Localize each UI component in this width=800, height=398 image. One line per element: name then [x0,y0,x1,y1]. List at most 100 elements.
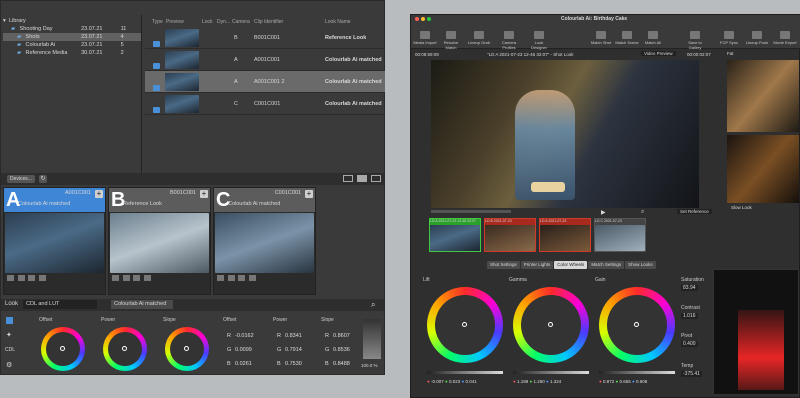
offset-value[interactable]: 0.0099 [235,347,252,353]
contrast-value[interactable]: 1.016 [681,313,698,319]
table-row[interactable]: A A001C001 2 Colourlab Ai matched [145,71,385,93]
strip-item[interactable]: LD A 2021-07-23 [539,218,591,252]
gain-r[interactable]: 0.872 [603,379,614,384]
camera-card-a[interactable]: A A001C001 + Colourlab Ai matched [3,187,106,295]
gain-master-slider[interactable] [599,371,675,374]
pivot-value[interactable]: 0.400 [681,341,698,347]
gain-b[interactable]: 0.608 [636,379,647,384]
slope-value[interactable]: 0.8536 [333,347,350,353]
movie-export-button[interactable]: Movie Export [773,31,797,45]
image-icon[interactable] [39,275,47,281]
add-icon[interactable]: + [95,190,103,198]
offset-wheel[interactable] [41,327,85,371]
checkbox[interactable] [153,101,160,123]
set-reference-button[interactable]: Set Reference [677,209,712,214]
camera-profiles-button[interactable]: Camera Profiles [497,31,521,50]
lineup-push-button[interactable]: Lineup Push [745,31,769,45]
reference-frame-bottom[interactable] [727,135,799,203]
match-all-button[interactable]: Match All [641,31,665,45]
table-row[interactable]: B B001C001 Reference Look [145,27,385,49]
play-icon[interactable]: ▶ [601,209,606,216]
wheel-handle[interactable] [548,322,553,327]
col-lock[interactable]: Lock [202,17,213,27]
compare-icon[interactable] [17,275,25,281]
video-viewer[interactable] [431,60,699,208]
lift-g[interactable]: 0.023 [449,379,460,384]
wheel-handle[interactable] [462,322,467,327]
cdl-icon[interactable]: CDL [5,347,15,353]
compare-icon[interactable] [122,275,130,281]
image-icon[interactable] [249,275,257,281]
gamma-master-slider[interactable] [513,371,589,374]
strip-item[interactable]: LD A 2021-07-23 12-46 32:07 [429,218,481,252]
video-preview-select[interactable]: Video Preview [641,51,676,56]
close-window-icon[interactable] [415,17,419,21]
minimize-window-icon[interactable] [421,17,425,21]
camera-card-b[interactable]: B B001C001 + Reference Look [108,187,211,295]
settings-icon[interactable] [7,275,14,281]
layout-split-icon[interactable] [371,175,381,182]
match-scene-button[interactable]: Match Scene [615,31,639,45]
tab-printer-lights[interactable]: Printer Lights [520,261,554,269]
camera-card-c[interactable]: C C001C001 + Colourlab Ai matched [213,187,316,295]
mix-slider[interactable] [363,319,381,359]
gamma-r[interactable]: 1.199 [517,379,528,384]
tab-color-wheels[interactable]: Color Wheels [554,261,588,269]
power-value[interactable]: 0.7530 [285,361,302,367]
add-icon[interactable]: + [200,190,208,198]
gamma-g[interactable]: 1.260 [534,379,545,384]
camera-icon[interactable] [238,275,246,281]
fcp-sync-button[interactable]: FCP Sync [717,31,741,45]
refresh-icon[interactable]: ↻ [39,175,47,183]
library-root[interactable]: ▾ Library [3,17,141,25]
col-type[interactable]: Type [152,17,163,27]
loupe-icon[interactable]: ⌕ [641,209,644,216]
lift-r[interactable]: -0.007 [431,379,444,384]
wheel-handle[interactable] [122,346,127,351]
slope-wheel[interactable] [165,327,209,371]
camera-icon[interactable] [28,275,36,281]
col-preview[interactable]: Preview [166,17,184,27]
enable-checkbox[interactable] [6,317,13,324]
tab-shot-settings[interactable]: Shot Settings [487,261,520,269]
gain-wheel[interactable] [599,287,675,363]
look-designer-button[interactable]: Look Designer [527,31,551,50]
tree-item-shots[interactable]: ▰ Shots 23.07.21 4 [3,33,141,41]
magic-wand-icon[interactable]: ✦ [6,331,12,339]
match-shot-button[interactable]: Match Shot [589,31,613,45]
tree-item-reference-media[interactable]: ▰ Reference Media 30.07.21 2 [3,49,141,57]
tab-show-looks[interactable]: Show Looks [625,261,656,269]
tab-match-settings[interactable]: Match Settings [588,261,625,269]
look-name-tab[interactable]: Colourlab Ai matched [111,300,173,309]
timeline-scrubber[interactable] [431,210,511,213]
slope-value[interactable]: 0.8607 [333,333,350,339]
settings-icon[interactable] [112,275,119,281]
table-row[interactable]: C C001C001 Colourlab Ai matched [145,93,385,115]
saturation-value[interactable]: 83.94 [681,285,698,291]
look-mode-select[interactable]: CDL and LUT [23,300,97,309]
tree-item-shooting-day[interactable]: ▰ Shooting Day 23.07.21 11 [3,25,141,33]
strip-item[interactable]: LD C 2021-07-23 [594,218,646,252]
offset-value[interactable]: -0.0162 [235,333,254,339]
add-icon[interactable]: + [305,190,313,198]
col-look-name[interactable]: Look Name [325,17,351,27]
table-row[interactable]: A A001C001 Colourlab Ai matched [145,49,385,71]
media-import-button[interactable]: Media Import [413,31,437,45]
col-dyn[interactable]: Dyn... [217,17,230,27]
gamma-b[interactable]: 1.324 [550,379,561,384]
lift-wheel[interactable] [427,287,503,363]
gain-g[interactable]: 0.655 [620,379,631,384]
resolve-match-button[interactable]: Resolve Match [439,31,463,50]
temp-value[interactable]: -375.41 [681,371,702,377]
slope-value[interactable]: 0.8488 [333,361,350,367]
lift-master-slider[interactable] [427,371,503,374]
wheel-handle[interactable] [184,346,189,351]
lift-b[interactable]: 0.041 [466,379,477,384]
lineup-grab-button[interactable]: Lineup Grab [467,31,491,45]
power-value[interactable]: 0.7914 [285,347,302,353]
camera-icon[interactable] [133,275,141,281]
col-camera[interactable]: Camera [232,17,250,27]
devices-button[interactable]: Devices... [7,175,35,183]
power-wheel[interactable] [103,327,147,371]
col-clip-identifier[interactable]: Clip Identifier [254,17,283,27]
